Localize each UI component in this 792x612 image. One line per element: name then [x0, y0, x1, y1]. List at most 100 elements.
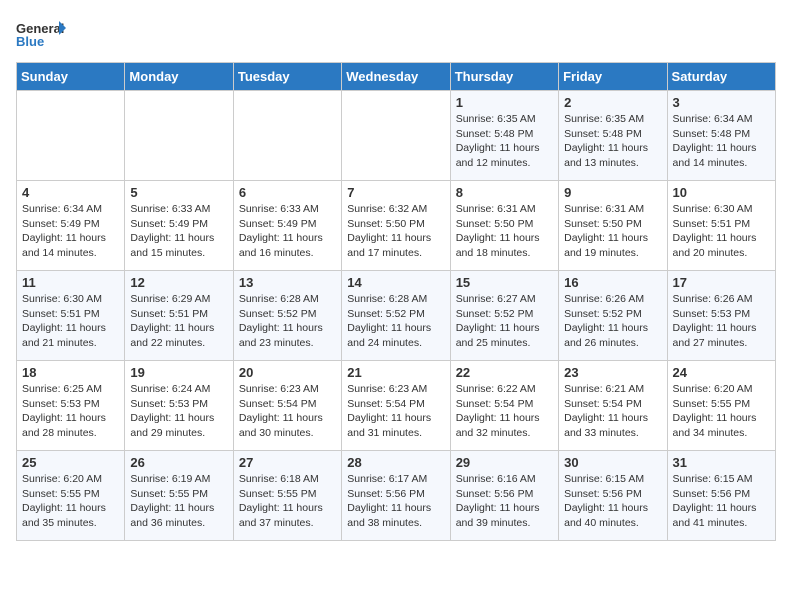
day-info: Sunrise: 6:15 AM Sunset: 5:56 PM Dayligh… — [564, 472, 661, 531]
calendar-cell: 23 Sunrise: 6:21 AM Sunset: 5:54 PM Dayli… — [559, 361, 667, 451]
day-number: 16 — [564, 275, 661, 290]
day-info: Sunrise: 6:30 AM Sunset: 5:51 PM Dayligh… — [22, 292, 119, 351]
calendar-cell: 15 Sunrise: 6:27 AM Sunset: 5:52 PM Dayli… — [450, 271, 558, 361]
day-number: 1 — [456, 95, 553, 110]
day-info: Sunrise: 6:24 AM Sunset: 5:53 PM Dayligh… — [130, 382, 227, 441]
day-info: Sunrise: 6:34 AM Sunset: 5:49 PM Dayligh… — [22, 202, 119, 261]
day-number: 27 — [239, 455, 336, 470]
header-day-thursday: Thursday — [450, 63, 558, 91]
calendar-body: 1 Sunrise: 6:35 AM Sunset: 5:48 PM Daylig… — [17, 91, 776, 541]
day-number: 9 — [564, 185, 661, 200]
calendar-week-5: 25 Sunrise: 6:20 AM Sunset: 5:55 PM Dayli… — [17, 451, 776, 541]
day-info: Sunrise: 6:26 AM Sunset: 5:53 PM Dayligh… — [673, 292, 770, 351]
header-day-wednesday: Wednesday — [342, 63, 450, 91]
calendar-cell: 29 Sunrise: 6:16 AM Sunset: 5:56 PM Dayli… — [450, 451, 558, 541]
calendar-cell: 2 Sunrise: 6:35 AM Sunset: 5:48 PM Daylig… — [559, 91, 667, 181]
header-day-saturday: Saturday — [667, 63, 775, 91]
calendar-cell: 22 Sunrise: 6:22 AM Sunset: 5:54 PM Dayli… — [450, 361, 558, 451]
day-number: 20 — [239, 365, 336, 380]
day-number: 4 — [22, 185, 119, 200]
calendar-cell: 1 Sunrise: 6:35 AM Sunset: 5:48 PM Daylig… — [450, 91, 558, 181]
day-info: Sunrise: 6:35 AM Sunset: 5:48 PM Dayligh… — [564, 112, 661, 171]
day-number: 22 — [456, 365, 553, 380]
day-info: Sunrise: 6:34 AM Sunset: 5:48 PM Dayligh… — [673, 112, 770, 171]
calendar-cell: 25 Sunrise: 6:20 AM Sunset: 5:55 PM Dayli… — [17, 451, 125, 541]
day-number: 8 — [456, 185, 553, 200]
header: General Blue — [16, 16, 776, 56]
day-info: Sunrise: 6:28 AM Sunset: 5:52 PM Dayligh… — [347, 292, 444, 351]
calendar-cell: 14 Sunrise: 6:28 AM Sunset: 5:52 PM Dayli… — [342, 271, 450, 361]
header-day-tuesday: Tuesday — [233, 63, 341, 91]
calendar-week-4: 18 Sunrise: 6:25 AM Sunset: 5:53 PM Dayli… — [17, 361, 776, 451]
day-info: Sunrise: 6:19 AM Sunset: 5:55 PM Dayligh… — [130, 472, 227, 531]
day-info: Sunrise: 6:23 AM Sunset: 5:54 PM Dayligh… — [347, 382, 444, 441]
day-info: Sunrise: 6:27 AM Sunset: 5:52 PM Dayligh… — [456, 292, 553, 351]
day-number: 10 — [673, 185, 770, 200]
day-number: 2 — [564, 95, 661, 110]
day-info: Sunrise: 6:16 AM Sunset: 5:56 PM Dayligh… — [456, 472, 553, 531]
calendar-week-1: 1 Sunrise: 6:35 AM Sunset: 5:48 PM Daylig… — [17, 91, 776, 181]
calendar-cell: 30 Sunrise: 6:15 AM Sunset: 5:56 PM Dayli… — [559, 451, 667, 541]
day-number: 18 — [22, 365, 119, 380]
header-day-friday: Friday — [559, 63, 667, 91]
day-number: 28 — [347, 455, 444, 470]
day-number: 13 — [239, 275, 336, 290]
calendar-cell: 4 Sunrise: 6:34 AM Sunset: 5:49 PM Daylig… — [17, 181, 125, 271]
day-number: 26 — [130, 455, 227, 470]
day-info: Sunrise: 6:35 AM Sunset: 5:48 PM Dayligh… — [456, 112, 553, 171]
calendar-cell: 13 Sunrise: 6:28 AM Sunset: 5:52 PM Dayli… — [233, 271, 341, 361]
svg-text:Blue: Blue — [16, 34, 44, 49]
day-number: 30 — [564, 455, 661, 470]
calendar-cell: 27 Sunrise: 6:18 AM Sunset: 5:55 PM Dayli… — [233, 451, 341, 541]
calendar-cell — [233, 91, 341, 181]
day-info: Sunrise: 6:22 AM Sunset: 5:54 PM Dayligh… — [456, 382, 553, 441]
calendar-header: SundayMondayTuesdayWednesdayThursdayFrid… — [17, 63, 776, 91]
calendar-cell: 3 Sunrise: 6:34 AM Sunset: 5:48 PM Daylig… — [667, 91, 775, 181]
calendar-cell: 10 Sunrise: 6:30 AM Sunset: 5:51 PM Dayli… — [667, 181, 775, 271]
day-info: Sunrise: 6:25 AM Sunset: 5:53 PM Dayligh… — [22, 382, 119, 441]
day-number: 15 — [456, 275, 553, 290]
day-info: Sunrise: 6:20 AM Sunset: 5:55 PM Dayligh… — [22, 472, 119, 531]
day-number: 6 — [239, 185, 336, 200]
calendar-cell: 9 Sunrise: 6:31 AM Sunset: 5:50 PM Daylig… — [559, 181, 667, 271]
calendar-cell: 26 Sunrise: 6:19 AM Sunset: 5:55 PM Dayli… — [125, 451, 233, 541]
day-info: Sunrise: 6:31 AM Sunset: 5:50 PM Dayligh… — [456, 202, 553, 261]
day-number: 29 — [456, 455, 553, 470]
calendar-cell: 11Sunrise: 6:30 AM Sunset: 5:51 PM Dayli… — [17, 271, 125, 361]
day-number: 14 — [347, 275, 444, 290]
calendar-cell: 20Sunrise: 6:23 AM Sunset: 5:54 PM Dayli… — [233, 361, 341, 451]
day-number: 25 — [22, 455, 119, 470]
day-info: Sunrise: 6:26 AM Sunset: 5:52 PM Dayligh… — [564, 292, 661, 351]
calendar-cell: 18 Sunrise: 6:25 AM Sunset: 5:53 PM Dayli… — [17, 361, 125, 451]
day-info: Sunrise: 6:15 AM Sunset: 5:56 PM Dayligh… — [673, 472, 770, 531]
calendar-cell: 21Sunrise: 6:23 AM Sunset: 5:54 PM Dayli… — [342, 361, 450, 451]
calendar-cell: 12Sunrise: 6:29 AM Sunset: 5:51 PM Dayli… — [125, 271, 233, 361]
calendar-cell: 28 Sunrise: 6:17 AM Sunset: 5:56 PM Dayli… — [342, 451, 450, 541]
day-number: 23 — [564, 365, 661, 380]
day-number: 12 — [130, 275, 227, 290]
day-info: Sunrise: 6:31 AM Sunset: 5:50 PM Dayligh… — [564, 202, 661, 261]
calendar-cell: 16 Sunrise: 6:26 AM Sunset: 5:52 PM Dayli… — [559, 271, 667, 361]
day-number: 17 — [673, 275, 770, 290]
logo-svg: General Blue — [16, 16, 66, 56]
day-info: Sunrise: 6:30 AM Sunset: 5:51 PM Dayligh… — [673, 202, 770, 261]
calendar-cell — [125, 91, 233, 181]
calendar-cell: 6Sunrise: 6:33 AM Sunset: 5:49 PM Daylig… — [233, 181, 341, 271]
calendar-table: SundayMondayTuesdayWednesdayThursdayFrid… — [16, 62, 776, 541]
day-number: 3 — [673, 95, 770, 110]
day-number: 5 — [130, 185, 227, 200]
calendar-cell: 7Sunrise: 6:32 AM Sunset: 5:50 PM Daylig… — [342, 181, 450, 271]
calendar-week-3: 11Sunrise: 6:30 AM Sunset: 5:51 PM Dayli… — [17, 271, 776, 361]
header-day-monday: Monday — [125, 63, 233, 91]
day-info: Sunrise: 6:33 AM Sunset: 5:49 PM Dayligh… — [130, 202, 227, 261]
calendar-cell: 8 Sunrise: 6:31 AM Sunset: 5:50 PM Daylig… — [450, 181, 558, 271]
day-info: Sunrise: 6:28 AM Sunset: 5:52 PM Dayligh… — [239, 292, 336, 351]
day-number: 24 — [673, 365, 770, 380]
day-info: Sunrise: 6:17 AM Sunset: 5:56 PM Dayligh… — [347, 472, 444, 531]
day-info: Sunrise: 6:20 AM Sunset: 5:55 PM Dayligh… — [673, 382, 770, 441]
calendar-cell: 31Sunrise: 6:15 AM Sunset: 5:56 PM Dayli… — [667, 451, 775, 541]
day-info: Sunrise: 6:21 AM Sunset: 5:54 PM Dayligh… — [564, 382, 661, 441]
header-row: SundayMondayTuesdayWednesdayThursdayFrid… — [17, 63, 776, 91]
header-day-sunday: Sunday — [17, 63, 125, 91]
day-info: Sunrise: 6:18 AM Sunset: 5:55 PM Dayligh… — [239, 472, 336, 531]
